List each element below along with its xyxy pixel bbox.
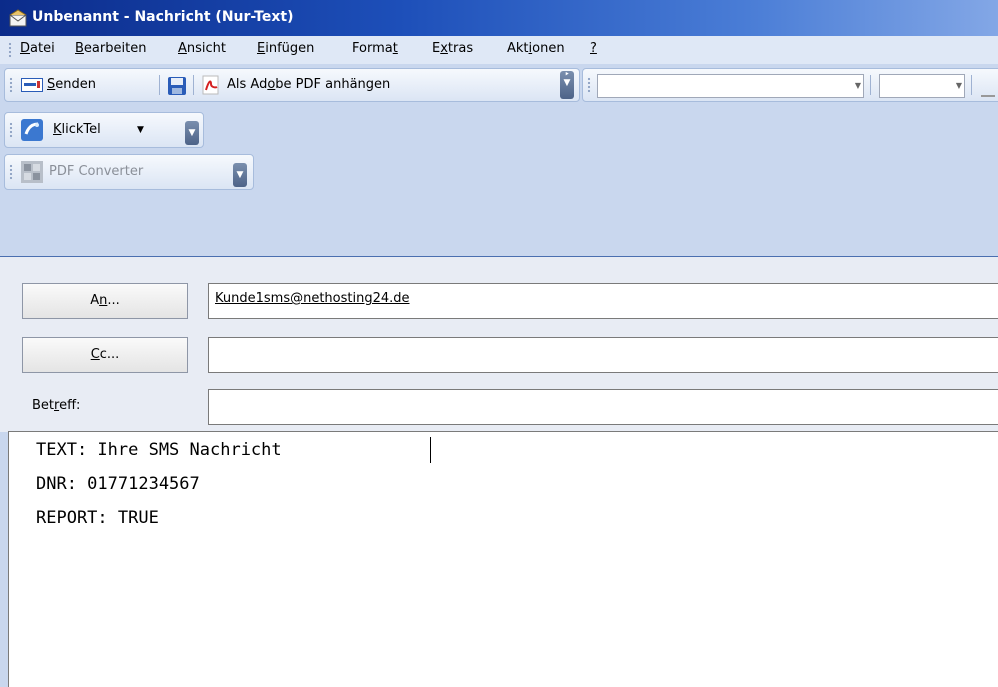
cc-button[interactable]: Cc...	[22, 337, 188, 373]
body-line-3: REPORT: TRUE	[36, 508, 159, 528]
send-button[interactable]: Senden	[19, 72, 159, 98]
save-icon	[168, 77, 186, 95]
menu-bearbeiten[interactable]: Bearbeiten	[75, 41, 146, 56]
to-button[interactable]: An...	[22, 283, 188, 319]
menu-datei[interactable]: Datei	[20, 41, 55, 56]
message-header-area: An... Kunde1sms@nethosting24.de Cc... Be…	[0, 256, 998, 432]
body-line-1: TEXT: Ihre SMS Nachricht	[36, 440, 282, 460]
adobe-pdf-icon	[201, 75, 221, 99]
toolbar-overflow-chevron[interactable]: ▼	[185, 121, 199, 145]
send-icon	[21, 78, 43, 96]
toolbar-grip[interactable]	[9, 77, 13, 93]
menu-ansicht[interactable]: Ansicht	[178, 41, 226, 56]
menu-extras[interactable]: Extras	[432, 41, 473, 56]
chevron-down-icon: ▼	[854, 81, 861, 90]
formatting-toolbar: ▼ ▼	[582, 68, 998, 102]
pdf-converter-button[interactable]: PDF Converter	[19, 158, 229, 186]
klicktel-label: KlickTel	[53, 122, 101, 137]
toolbar-row-klicktel: KlickTel ▼ ▼	[0, 106, 998, 150]
standard-toolbar: Senden Als Adobe PDF anhängen ‣ ▼	[4, 68, 580, 102]
toolbar-separator	[971, 75, 972, 95]
font-size-combobox[interactable]: ▼	[879, 74, 965, 98]
font-color-button[interactable]	[981, 75, 995, 97]
klicktel-button[interactable]: KlickTel ▼	[19, 116, 179, 144]
body-line-2: DNR: 01771234567	[36, 474, 200, 494]
menu-help[interactable]: ?	[590, 41, 597, 56]
font-combobox[interactable]: ▼	[597, 74, 864, 98]
toolbar-overflow-chevron[interactable]: ▼	[233, 163, 247, 187]
subject-label: Betreff:	[32, 398, 81, 413]
toolbar-separator	[193, 75, 194, 95]
subject-field[interactable]	[208, 389, 998, 425]
chevron-down-icon: ▼	[955, 81, 962, 90]
klicktel-icon	[21, 119, 43, 145]
toolbar-row-standard: Senden Als Adobe PDF anhängen ‣ ▼ ▼ ▼	[0, 64, 998, 106]
attach-adobe-pdf-label: Als Adobe PDF anhängen	[227, 77, 391, 92]
pdf-converter-toolbar: PDF Converter ▼	[4, 154, 254, 190]
toolbar-grip[interactable]	[9, 164, 13, 180]
window-title: Unbenannt - Nachricht (Nur-Text)	[32, 9, 294, 25]
title-bar[interactable]: Unbenannt - Nachricht (Nur-Text)	[0, 0, 998, 36]
cc-field[interactable]	[208, 337, 998, 373]
menu-einfuegen[interactable]: Einfügen	[257, 41, 314, 56]
toolbar-grip[interactable]	[9, 122, 13, 138]
menu-format[interactable]: Format	[352, 41, 398, 56]
message-window-icon[interactable]	[8, 8, 28, 28]
message-body[interactable]	[8, 431, 998, 687]
toolbar-row-pdf-converter: PDF Converter ▼	[0, 150, 998, 256]
menu-aktionen[interactable]: Aktionen	[507, 41, 565, 56]
toolbar-separator	[159, 75, 160, 95]
save-button[interactable]	[167, 76, 187, 100]
attach-adobe-pdf-button[interactable]: Als Adobe PDF anhängen	[201, 72, 521, 98]
menu-bar: Datei Bearbeiten Ansicht Einfügen Format…	[0, 36, 998, 64]
text-cursor	[430, 437, 431, 463]
send-label: Senden	[47, 77, 96, 92]
pdf-converter-label: PDF Converter	[49, 164, 144, 179]
to-value: Kunde1sms@nethosting24.de	[215, 291, 410, 306]
klicktel-toolbar: KlickTel ▼ ▼	[4, 112, 204, 148]
to-field[interactable]: Kunde1sms@nethosting24.de	[208, 283, 998, 319]
toolbar-overflow-chevron[interactable]: ‣ ▼	[560, 71, 574, 99]
pdf-converter-icon	[21, 161, 43, 187]
chevron-down-icon: ▼	[137, 125, 144, 135]
menu-bar-grip[interactable]	[8, 42, 12, 58]
toolbar-separator	[870, 75, 871, 95]
toolbar-grip[interactable]	[587, 77, 591, 93]
